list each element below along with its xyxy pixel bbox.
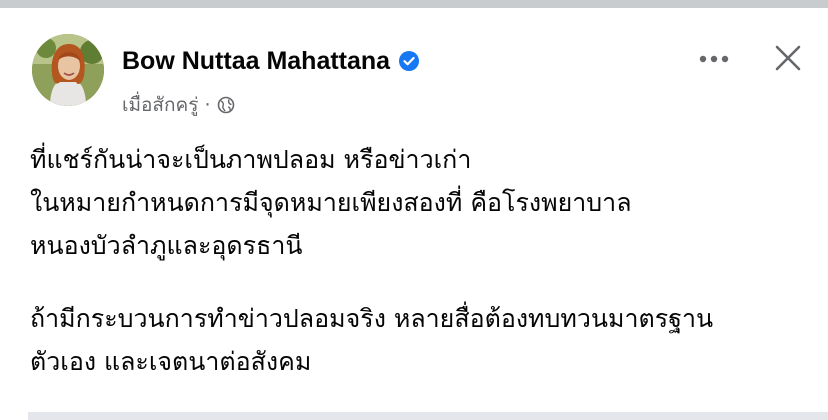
bottom-divider bbox=[28, 412, 828, 420]
author-name[interactable]: Bow Nuttaa Mahattana bbox=[122, 47, 390, 76]
post-line: ถ้ามีกระบวนการทำข่าวปลอมจริง หลายสื่อต้อ… bbox=[30, 304, 714, 333]
post-line: หนองบัวลำภูและอุดรธานี bbox=[30, 231, 303, 260]
facebook-post: Bow Nuttaa Mahattana เมื่อสักครู่ · ที่แ… bbox=[0, 8, 828, 420]
top-divider bbox=[0, 0, 828, 8]
post-timestamp[interactable]: เมื่อสักครู่ bbox=[122, 90, 198, 120]
more-options-icon[interactable] bbox=[694, 44, 734, 74]
post-meta: เมื่อสักครู่ · bbox=[122, 90, 235, 120]
verified-badge-icon bbox=[398, 50, 420, 72]
post-line: ในหมายกำหนดการมีจุดหมายเพียงสองที่ คือโร… bbox=[30, 188, 632, 217]
post-body: ที่แชร์กันน่าจะเป็นภาพปลอม หรือข่าวเก่า … bbox=[30, 138, 820, 383]
meta-separator: · bbox=[204, 94, 211, 116]
avatar-photo bbox=[32, 34, 104, 106]
globe-icon[interactable] bbox=[217, 96, 235, 114]
author-avatar[interactable] bbox=[32, 34, 104, 106]
post-line: ที่แชร์กันน่าจะเป็นภาพปลอม หรือข่าวเก่า bbox=[30, 145, 472, 174]
author-row: Bow Nuttaa Mahattana bbox=[122, 44, 420, 78]
close-icon[interactable] bbox=[768, 38, 808, 78]
post-line: ตัวเอง และเจตนาต่อสังคม bbox=[30, 347, 312, 376]
